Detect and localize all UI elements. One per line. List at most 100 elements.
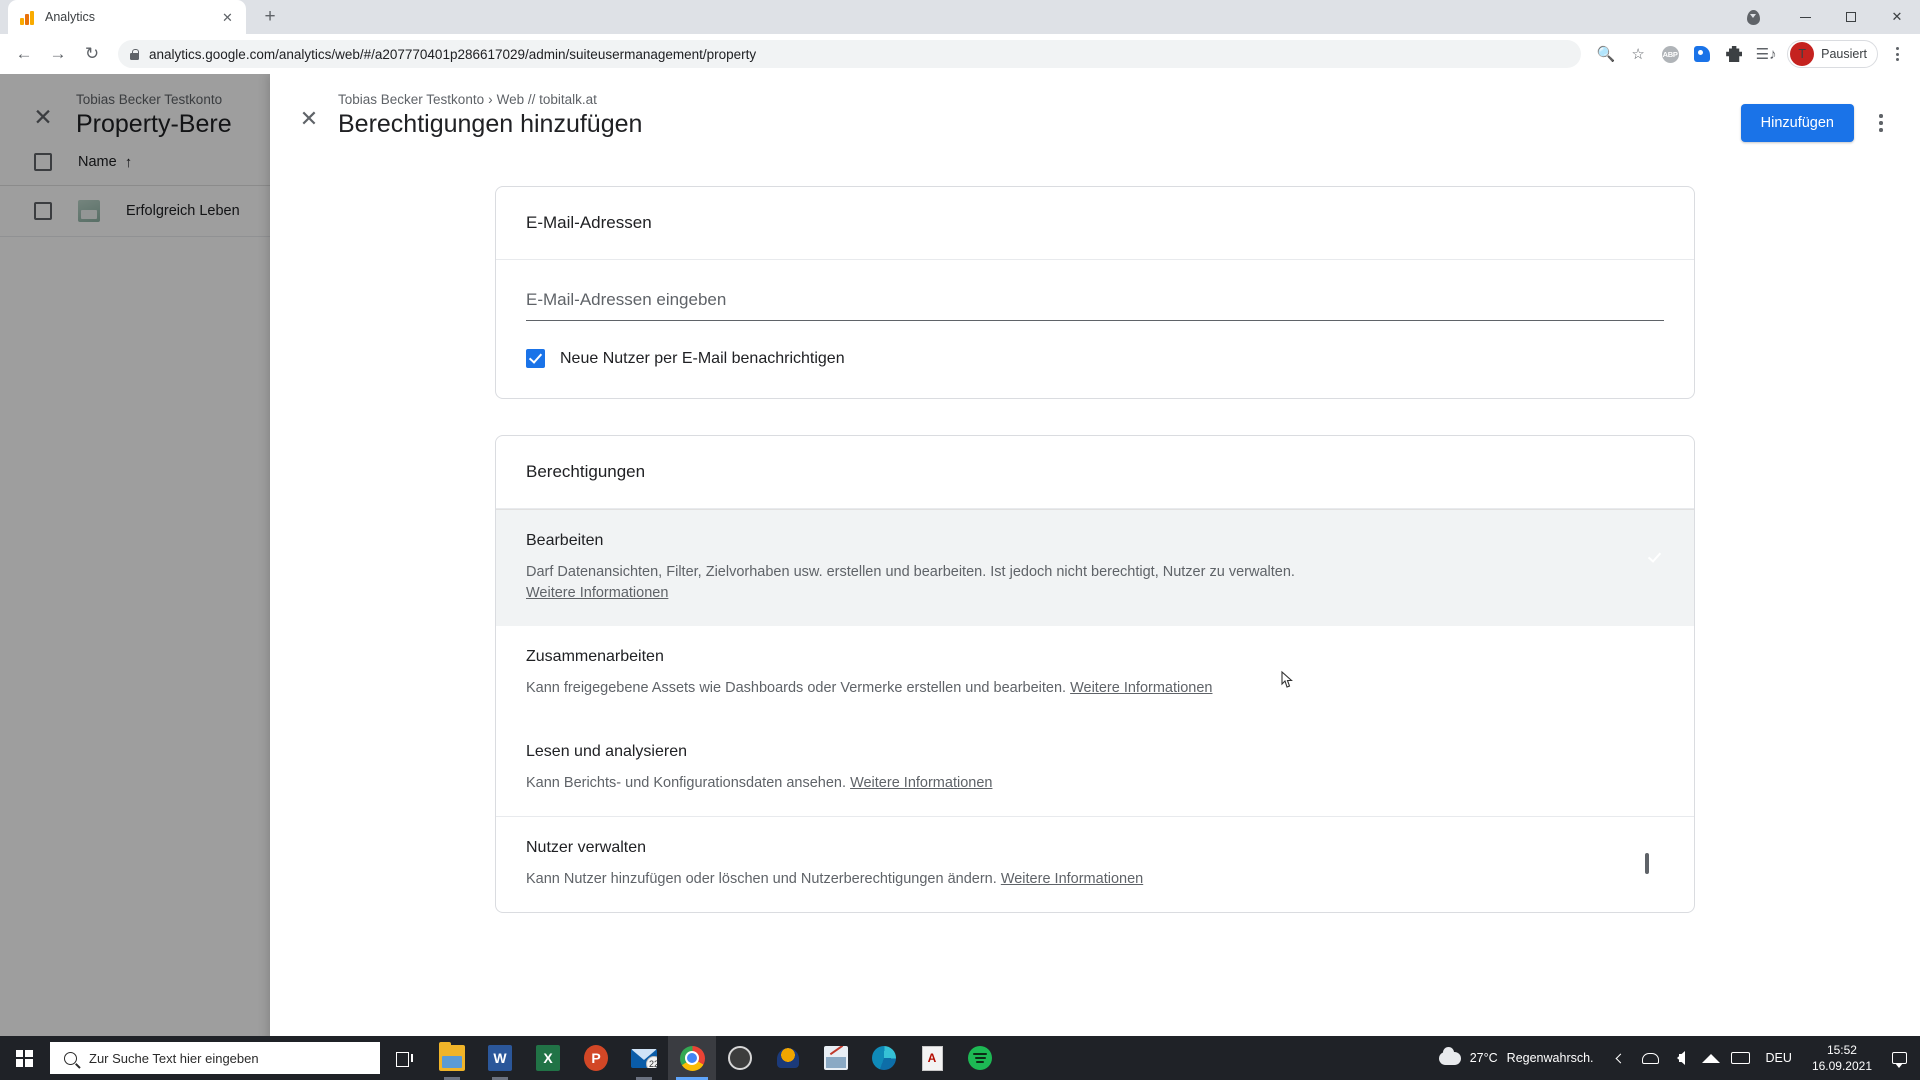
email-field-wrapper — [526, 290, 1664, 321]
permission-checkbox-wrapper — [1645, 759, 1664, 778]
permission-description-text: Darf Datenansichten, Filter, Zielvorhabe… — [526, 564, 1295, 580]
avatar: T — [1790, 42, 1815, 66]
permission-row-zusammenarbeiten[interactable]: Zusammenarbeiten Kann freigegebene Asset… — [496, 626, 1694, 721]
email-input[interactable] — [526, 290, 1664, 310]
chrome-menu-icon[interactable] — [1882, 39, 1912, 69]
mail-unread-badge: 22 — [646, 1055, 657, 1068]
chrome-icon — [679, 1045, 705, 1071]
edge-icon — [872, 1046, 896, 1070]
breadcrumb-separator: › — [488, 92, 493, 107]
taskbar-app-acrobat[interactable]: A — [908, 1036, 956, 1080]
permission-description-text: Kann Nutzer hinzufügen oder löschen und … — [526, 871, 997, 888]
excel-icon: X — [536, 1045, 560, 1071]
search-placeholder: Zur Suche Text hier eingeben — [89, 1050, 259, 1066]
permission-description: Darf Datenansichten, Filter, Zielvorhabe… — [526, 562, 1625, 604]
forward-icon[interactable]: → — [42, 38, 74, 70]
permission-title: Lesen und analysieren — [526, 743, 688, 761]
adblock-plus-icon[interactable]: ABP — [1655, 39, 1685, 69]
tab-analytics[interactable]: Analytics ✕ — [8, 0, 246, 34]
permission-text: Bearbeiten Darf Datenansichten, Filter, … — [526, 532, 1625, 604]
acrobat-icon: A — [921, 1045, 943, 1071]
system-tray: 27°C Regenwahrsch. DEU 15:52 16.09.2021 — [1427, 1036, 1920, 1080]
back-icon[interactable]: ← — [8, 38, 40, 70]
action-center-icon[interactable] — [1882, 1036, 1916, 1080]
obs-icon — [728, 1046, 752, 1070]
breadcrumb-account[interactable]: Tobias Becker Testkonto — [338, 92, 484, 107]
taskbar-app-powerpoint[interactable]: P — [572, 1036, 620, 1080]
permission-row-lesen-und-analysieren[interactable]: Lesen und analysieren Kann Berichts- und… — [496, 721, 1694, 816]
learn-more-link[interactable]: Weitere Informationen — [1070, 680, 1212, 696]
chevron-up-icon[interactable] — [1606, 1036, 1636, 1080]
notify-users-label: Neue Nutzer per E-Mail benachrichtigen — [560, 349, 845, 367]
volume-icon[interactable] — [1666, 1036, 1696, 1080]
address-bar[interactable]: analytics.google.com/analytics/web/#/a20… — [118, 40, 1582, 68]
add-button[interactable]: Hinzufügen — [1740, 104, 1854, 142]
close-panel-icon[interactable]: ✕ — [292, 102, 326, 136]
close-window-button[interactable]: ✕ — [1874, 0, 1920, 34]
notify-users-checkbox[interactable] — [526, 349, 545, 368]
new-tab-button[interactable]: + — [256, 3, 284, 31]
permission-checkbox-wrapper — [1645, 548, 1664, 567]
taskbar-app-spotify[interactable] — [956, 1036, 1004, 1080]
permission-description-text: Kann Berichts- und Konfigurationsdaten a… — [526, 775, 847, 792]
bookmark-star-icon[interactable]: ☆ — [1623, 39, 1653, 69]
email-card-body: Neue Nutzer per E-Mail benachrichtigen — [496, 260, 1694, 398]
blue-tag-icon[interactable] — [1687, 39, 1717, 69]
taskbar-app-file-explorer[interactable] — [428, 1036, 476, 1080]
permissions-card-heading: Berechtigungen — [496, 436, 1694, 509]
reading-list-icon[interactable]: ☰♪ — [1751, 39, 1781, 69]
notify-users-row[interactable]: Neue Nutzer per E-Mail benachrichtigen — [526, 349, 1664, 368]
email-card: E-Mail-Adressen Neue Nutzer per E-Mail b… — [495, 186, 1695, 399]
analytics-bars-icon — [20, 9, 36, 25]
permission-row-nutzer-verwalten[interactable]: Nutzer verwalten Kann Nutzer hinzufügen … — [496, 816, 1694, 912]
weather-widget[interactable]: 27°C Regenwahrsch. — [1427, 1036, 1606, 1080]
keyboard-icon[interactable] — [1726, 1036, 1756, 1080]
panel-body: E-Mail-Adressen Neue Nutzer per E-Mail b… — [270, 150, 1920, 1042]
breadcrumb-property[interactable]: Web // tobitalk.at — [497, 92, 597, 107]
learn-more-link[interactable]: Weitere Informationen — [850, 775, 992, 791]
folder-icon — [439, 1042, 465, 1071]
permission-checkbox-wrapper — [1645, 664, 1664, 683]
clock[interactable]: 15:52 16.09.2021 — [1802, 1036, 1882, 1080]
permission-row-bearbeiten[interactable]: Bearbeiten Darf Datenansichten, Filter, … — [496, 510, 1694, 627]
window-controls: ✕ — [1740, 0, 1920, 34]
permissions-card: Berechtigungen Bearbeiten Darf Datenansi… — [495, 435, 1695, 914]
permissions-list: Bearbeiten Darf Datenansichten, Filter, … — [496, 509, 1694, 912]
add-permissions-panel: ✕ Tobias Becker Testkonto › Web // tobital… — [270, 74, 1920, 1042]
taskbar-app-word[interactable]: W — [476, 1036, 524, 1080]
word-icon: W — [488, 1045, 512, 1071]
reload-icon[interactable]: ↻ — [76, 38, 108, 70]
learn-more-link[interactable]: Weitere Informationen — [1001, 871, 1143, 887]
zoom-icon[interactable]: 🔍 — [1591, 39, 1621, 69]
permission-checkbox[interactable] — [1645, 853, 1649, 875]
start-windows-icon[interactable] — [0, 1036, 48, 1080]
toolbar-icons: 🔍 ☆ ABP ☰♪ T Pausiert — [1591, 39, 1912, 69]
onedrive-icon[interactable] — [1636, 1036, 1666, 1080]
extensions-puzzle-icon[interactable] — [1719, 39, 1749, 69]
clock-time: 15:52 — [1826, 1042, 1857, 1057]
taskbar-app-excel[interactable]: X — [524, 1036, 572, 1080]
cloud-icon — [1438, 1046, 1461, 1065]
wifi-icon[interactable] — [1696, 1036, 1726, 1080]
search-icon — [64, 1051, 77, 1065]
taskbar-app-mail[interactable]: 22 — [620, 1036, 668, 1080]
modal-scrim[interactable] — [0, 74, 270, 1042]
taskbar-app-obs[interactable] — [716, 1036, 764, 1080]
mail-icon: 22 — [631, 1048, 657, 1068]
taskbar-app-chrome[interactable] — [668, 1036, 716, 1080]
taskbar-app-photo-editor[interactable] — [812, 1036, 860, 1080]
more-options-icon[interactable] — [1864, 106, 1898, 140]
minimize-button[interactable] — [1782, 0, 1828, 34]
close-icon[interactable]: ✕ — [219, 9, 236, 26]
learn-more-link[interactable]: Weitere Informationen — [526, 585, 668, 601]
taskbar-app-headset[interactable] — [764, 1036, 812, 1080]
maximize-button[interactable] — [1828, 0, 1874, 34]
profile-chip[interactable]: T Pausiert — [1787, 40, 1878, 68]
taskbar-app-edge[interactable] — [860, 1036, 908, 1080]
language-indicator[interactable]: DEU — [1756, 1051, 1802, 1065]
pin-extension-icon[interactable] — [1740, 4, 1766, 30]
task-view-icon[interactable] — [380, 1036, 428, 1080]
panel-titles: Tobias Becker Testkonto › Web // tobitalk.… — [338, 88, 1741, 139]
permission-title: Bearbeiten — [526, 532, 604, 549]
taskbar-search-input[interactable]: Zur Suche Text hier eingeben — [50, 1042, 380, 1074]
